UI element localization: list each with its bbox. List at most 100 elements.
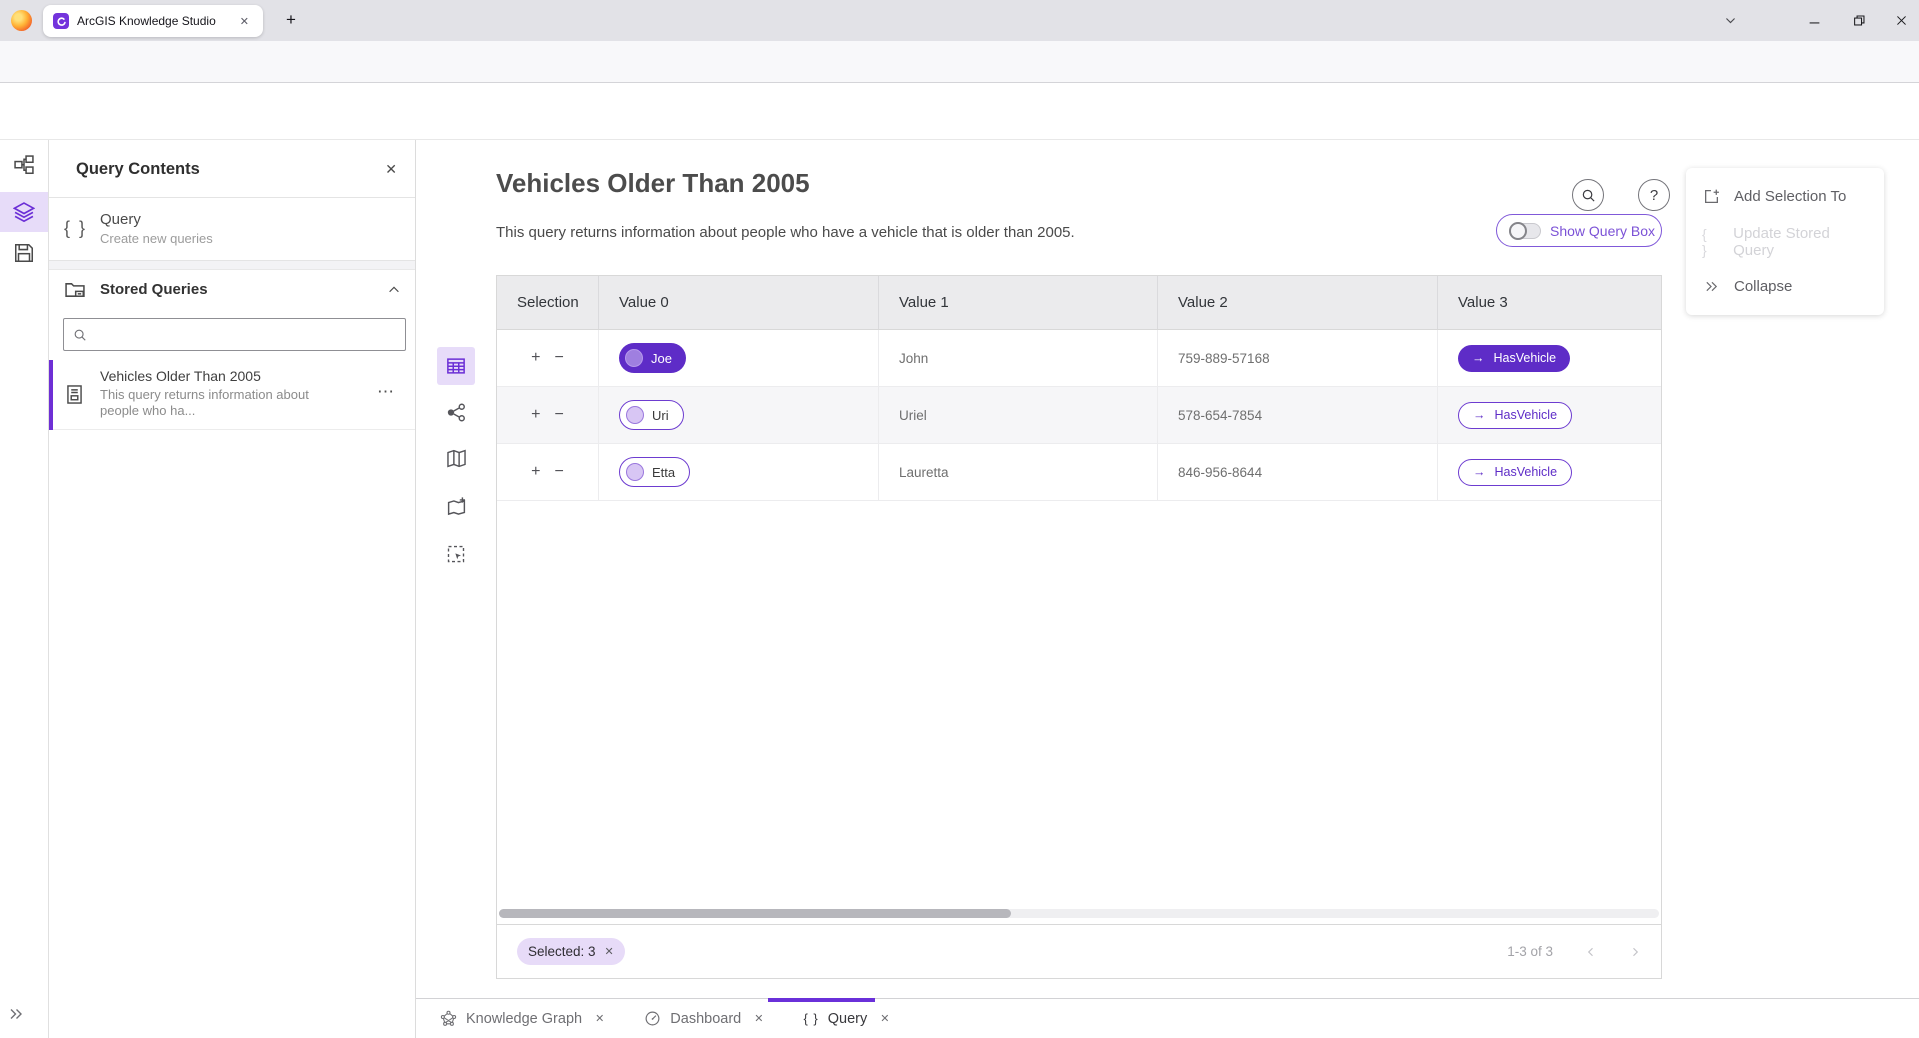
left-rail	[0, 140, 49, 1038]
previous-page-icon[interactable]	[1585, 946, 1597, 958]
tab-query[interactable]: { } Query ✕	[783, 999, 909, 1038]
selected-count-label: Selected: 3	[528, 944, 596, 959]
expand-rail-icon[interactable]	[8, 1006, 24, 1022]
show-query-box-label: Show Query Box	[1550, 223, 1655, 239]
remove-from-selection-icon[interactable]: −	[555, 464, 564, 480]
next-page-icon[interactable]	[1629, 946, 1641, 958]
column-header[interactable]: Value 3	[1437, 276, 1661, 329]
table-view-button[interactable]	[437, 347, 475, 385]
braces-icon: { }	[1702, 226, 1719, 258]
entity-dot	[626, 406, 644, 424]
selection-tool-button[interactable]	[437, 535, 475, 573]
clear-selection-icon[interactable]: ✕	[605, 945, 614, 958]
layers-rail-icon[interactable]	[0, 192, 48, 232]
arrow-right-icon: →	[1472, 351, 1485, 365]
horizontal-scrollbar[interactable]	[499, 909, 1659, 918]
table-row[interactable]: +− Joe John 759-889-57168 →HasVehicle	[497, 330, 1661, 387]
panel-divider	[49, 261, 415, 270]
query-result-description: This query returns information about peo…	[496, 224, 1075, 241]
column-header[interactable]: Value 0	[598, 276, 878, 329]
tab-label: Dashboard	[670, 1011, 741, 1027]
query-contents-panel: Query Contents ✕ { } Query Create new qu…	[49, 140, 416, 1038]
relationship-pill[interactable]: →HasVehicle	[1458, 459, 1572, 486]
entity-dot	[626, 463, 644, 481]
cell-value: 846-956-8644	[1157, 444, 1437, 500]
braces-icon: { }	[64, 218, 87, 239]
results-table: Selection Value 0 Value 1 Value 2 Value …	[496, 275, 1662, 979]
bottom-tab-bar: Knowledge Graph ✕ Dashboard ✕ { } Query …	[416, 998, 1919, 1038]
entity-dot	[625, 349, 643, 367]
browser-tab-title: ArcGIS Knowledge Studio	[77, 14, 236, 28]
remove-from-selection-icon[interactable]: −	[555, 350, 564, 366]
search-input[interactable]	[95, 327, 396, 342]
tab-list-chevron-icon[interactable]	[1713, 0, 1747, 41]
cell-value: Uriel	[878, 387, 1157, 443]
context-menu: Add Selection To { } Update Stored Query…	[1686, 168, 1884, 315]
stored-query-title: Vehicles Older Than 2005	[100, 368, 261, 384]
relationship-pill[interactable]: →HasVehicle	[1458, 345, 1570, 372]
query-result-title: Vehicles Older Than 2005	[496, 168, 810, 199]
search-icon	[73, 328, 87, 342]
query-create-item[interactable]: { } Query Create new queries	[49, 198, 415, 261]
entity-pill[interactable]: Joe	[619, 343, 686, 373]
table-header-row: Selection Value 0 Value 1 Value 2 Value …	[497, 275, 1661, 330]
new-tab-button[interactable]: +	[280, 8, 302, 32]
table-row[interactable]: +− Uri Uriel 578-654-7854 →HasVehicle	[497, 387, 1661, 444]
save-rail-icon[interactable]	[13, 242, 35, 264]
chevron-up-icon[interactable]	[387, 283, 401, 297]
menu-item-add-selection-to[interactable]: Add Selection To	[1686, 174, 1884, 219]
panel-close-icon[interactable]: ✕	[381, 159, 401, 180]
menu-item-update-stored-query[interactable]: { } Update Stored Query	[1686, 219, 1884, 264]
tab-dashboard[interactable]: Dashboard ✕	[624, 999, 783, 1038]
arrow-right-icon: →	[1473, 465, 1486, 479]
tab-label: Query	[828, 1011, 868, 1027]
link-chart-view-button[interactable]	[437, 393, 475, 431]
scrollbar-thumb[interactable]	[499, 909, 1011, 918]
cell-value: Lauretta	[878, 444, 1157, 500]
entity-pill[interactable]: Uri	[619, 400, 684, 430]
window-close-button[interactable]	[1884, 0, 1919, 41]
tab-close-icon[interactable]: ✕	[754, 1012, 763, 1025]
search-button[interactable]	[1572, 179, 1604, 211]
entity-pill[interactable]: Etta	[619, 457, 690, 487]
stored-queries-search[interactable]	[63, 318, 406, 351]
more-options-icon[interactable]: ⋯	[377, 382, 395, 402]
table-row[interactable]: +− Etta Lauretta 846-956-8644 →HasVehicl…	[497, 444, 1661, 501]
add-to-selection-icon[interactable]: +	[531, 407, 540, 423]
stored-queries-header[interactable]: Stored Queries	[49, 270, 415, 310]
browser-tab[interactable]: ArcGIS Knowledge Studio ✕	[43, 5, 263, 37]
window-minimize-button[interactable]	[1796, 0, 1832, 41]
cell-value: 578-654-7854	[1157, 387, 1437, 443]
menu-item-collapse[interactable]: Collapse	[1686, 264, 1884, 309]
add-selection-to-icon	[1702, 188, 1720, 205]
column-header[interactable]: Value 1	[878, 276, 1157, 329]
query-item-label: Query	[100, 211, 141, 228]
menu-item-label: Update Stored Query	[1733, 225, 1868, 259]
column-header[interactable]: Value 2	[1157, 276, 1437, 329]
query-item-sublabel: Create new queries	[100, 231, 213, 246]
window-restore-button[interactable]	[1841, 0, 1877, 41]
column-header[interactable]: Selection	[497, 276, 598, 329]
firefox-icon[interactable]	[11, 10, 32, 31]
tab-close-icon[interactable]: ✕	[595, 1012, 604, 1025]
help-button[interactable]: ?	[1638, 179, 1670, 211]
table-empty-area	[497, 501, 1661, 924]
add-to-selection-icon[interactable]: +	[531, 464, 540, 480]
remove-from-selection-icon[interactable]: −	[555, 407, 564, 423]
selected-count-chip[interactable]: Selected: 3 ✕	[517, 938, 625, 965]
new-map-button[interactable]	[437, 487, 475, 525]
show-query-box-toggle[interactable]: Show Query Box	[1496, 214, 1662, 247]
folder-icon	[64, 279, 86, 301]
tab-knowledge-graph[interactable]: Knowledge Graph ✕	[420, 999, 624, 1038]
add-to-selection-icon[interactable]: +	[531, 350, 540, 366]
map-view-button[interactable]	[437, 439, 475, 477]
tab-close-icon[interactable]: ✕	[880, 1012, 889, 1025]
panel-title: Query Contents	[76, 160, 200, 179]
toggle-switch[interactable]	[1509, 223, 1541, 239]
link-chart-rail-icon[interactable]	[13, 154, 35, 176]
stored-query-item[interactable]: Vehicles Older Than 2005 This query retu…	[49, 360, 415, 430]
relationship-pill[interactable]: →HasVehicle	[1458, 402, 1572, 429]
table-footer: Selected: 3 ✕ 1-3 of 3	[497, 924, 1661, 978]
cell-value: John	[878, 330, 1157, 386]
tab-close-icon[interactable]: ✕	[236, 13, 253, 30]
